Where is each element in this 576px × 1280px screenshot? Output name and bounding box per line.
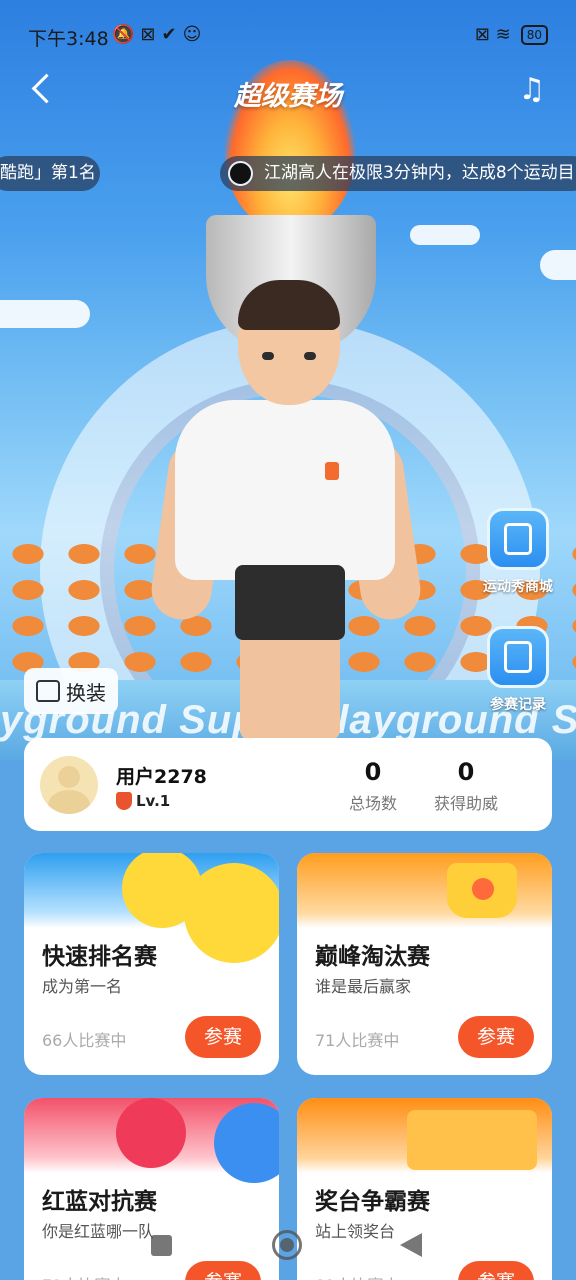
status-notification-icons: 🔕⊠✔☺	[112, 24, 208, 45]
stat-cheers: 0 获得助威	[416, 758, 516, 814]
shield-icon	[116, 792, 132, 810]
emoji-face-icon	[184, 863, 279, 963]
home-icon[interactable]	[272, 1230, 302, 1260]
player-count: 66人比赛中	[42, 1031, 127, 1050]
game-title: 快速排名赛	[42, 944, 157, 970]
records-label: 参赛记录	[490, 697, 546, 713]
stat-total-games: 0 总场数	[323, 758, 423, 814]
profile-card[interactable]: 用户2278 Lv.1 0 总场数 0 获得助威	[24, 738, 552, 831]
stat-label: 总场数	[348, 794, 397, 813]
page-title: 超级赛场	[234, 81, 342, 112]
game-title: 巅峰淘汰赛	[315, 944, 430, 970]
avatar[interactable]	[40, 756, 98, 814]
podium-icon	[407, 1110, 537, 1170]
battery-icon: 80	[520, 24, 548, 45]
recent-apps-icon[interactable]	[151, 1235, 172, 1256]
shop-bag-icon	[487, 508, 549, 570]
cloud-decoration	[540, 250, 576, 280]
ticker-right: 江湖高人在极限3分钟内，达成8个运动目	[220, 156, 576, 191]
level-text: Lv.1	[136, 792, 171, 810]
system-nav-bar	[0, 1210, 576, 1280]
game-card-quick-rank[interactable]: 快速排名赛 成为第一名 66人比赛中 参赛	[24, 853, 279, 1075]
avatar-shirt	[175, 400, 395, 580]
avatar-shorts	[235, 565, 345, 640]
cloud-decoration	[0, 300, 90, 328]
join-button[interactable]: 参赛	[458, 1016, 534, 1058]
wifi-icon: ⊠ ≋	[474, 24, 511, 45]
outfit-button[interactable]: 换装	[24, 668, 118, 714]
cloud-decoration	[410, 225, 480, 245]
card-banner	[24, 853, 279, 963]
shop-label: 运动秀商城	[483, 579, 553, 595]
join-button[interactable]: 参赛	[185, 1016, 261, 1058]
card-banner	[297, 1098, 552, 1173]
shirt-logo-icon	[325, 462, 339, 480]
stat-value: 0	[457, 758, 475, 786]
card-banner	[24, 1098, 279, 1183]
game-subtitle: 谁是最后赢家	[315, 977, 412, 996]
shirt-icon	[36, 680, 60, 702]
music-icon[interactable]: ♫	[514, 72, 550, 108]
stat-label: 获得助威	[433, 794, 498, 813]
red-character-icon	[116, 1098, 186, 1168]
user-avatar-icon	[228, 161, 253, 186]
status-time: 下午3:48	[28, 28, 109, 50]
avatar-eye	[304, 352, 316, 360]
card-banner	[297, 853, 552, 928]
player-count: 71人比赛中	[315, 1031, 400, 1050]
game-card-peak-elimination[interactable]: 巅峰淘汰赛 谁是最后赢家 71人比赛中 参赛	[297, 853, 552, 1075]
avatar-legs	[240, 630, 340, 740]
avatar-eye	[262, 352, 274, 360]
records-button[interactable]: 参赛记录	[468, 626, 568, 714]
stat-value: 0	[364, 758, 382, 786]
status-system-icons: ⊠ ≋ 80	[475, 24, 548, 45]
back-triangle-icon[interactable]	[400, 1233, 422, 1257]
ticker-left: 酷跑」第1名	[0, 156, 100, 191]
level-badge: Lv.1	[116, 792, 170, 810]
username: 用户2278	[116, 766, 207, 788]
outfit-label: 换装	[66, 680, 106, 705]
ticker-right-text: 江湖高人在极限3分钟内，达成8个运动目	[264, 163, 575, 183]
blue-character-icon	[214, 1103, 279, 1183]
clipboard-icon	[487, 626, 549, 688]
shop-button[interactable]: 运动秀商城	[468, 508, 568, 596]
game-subtitle: 成为第一名	[42, 977, 123, 996]
status-bar: 下午3:48 🔕⊠✔☺ ⊠ ≋ 80	[0, 0, 576, 72]
ticker-left-text: 酷跑」第1名	[0, 163, 96, 183]
crown-gem-icon	[472, 878, 494, 900]
